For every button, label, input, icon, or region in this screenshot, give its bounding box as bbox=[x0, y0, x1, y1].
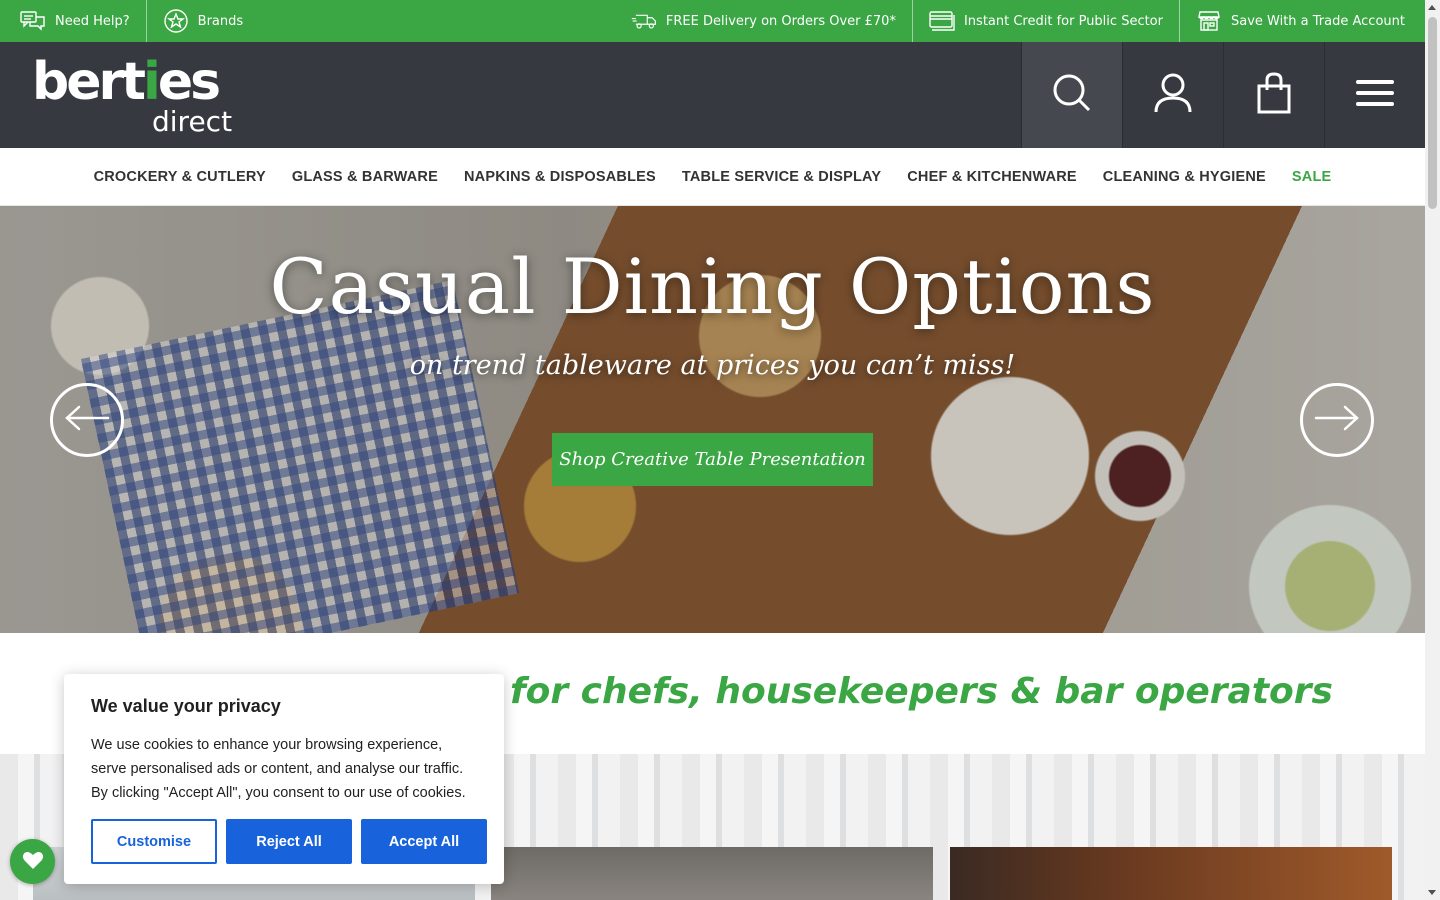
tagline: for chefs, housekeepers & bar operators bbox=[510, 671, 1333, 712]
instant-credit-link[interactable]: Instant Credit for Public Sector bbox=[911, 0, 1179, 42]
logo-wordmark: berties bbox=[32, 56, 260, 108]
star-icon bbox=[163, 9, 189, 33]
berties-direct-logo[interactable]: berties direct bbox=[0, 42, 260, 148]
instant-credit-label: Instant Credit for Public Sector bbox=[963, 13, 1163, 29]
hero-title: Casual Dining Options bbox=[269, 242, 1156, 331]
account-button[interactable] bbox=[1122, 42, 1223, 148]
nav-item-crockery-cutlery[interactable]: CROCKERY & CUTLERY bbox=[94, 169, 266, 185]
menu-button[interactable] bbox=[1324, 42, 1425, 148]
nav-item-glass-barware[interactable]: GLASS & BARWARE bbox=[292, 169, 438, 185]
category-card[interactable] bbox=[491, 847, 933, 900]
logo-text-start: bert bbox=[32, 52, 146, 112]
user-icon bbox=[1153, 72, 1193, 118]
reject-all-button[interactable]: Reject All bbox=[226, 819, 352, 864]
need-help-label: Need Help? bbox=[55, 13, 130, 29]
heart-icon bbox=[22, 850, 44, 874]
arrow-left-icon bbox=[64, 404, 110, 436]
site-header: berties direct bbox=[0, 42, 1425, 148]
basket-button[interactable] bbox=[1223, 42, 1324, 148]
search-button[interactable] bbox=[1021, 42, 1122, 148]
nav-item-table-service-display[interactable]: TABLE SERVICE & DISPLAY bbox=[682, 169, 881, 185]
trade-account-link[interactable]: Save With a Trade Account bbox=[1178, 0, 1425, 42]
nav-item-cleaning-hygiene[interactable]: CLEANING & HYGIENE bbox=[1103, 169, 1266, 185]
chat-icon bbox=[20, 10, 46, 32]
trade-account-label: Save With a Trade Account bbox=[1230, 13, 1405, 29]
carousel-next-button[interactable] bbox=[1300, 383, 1374, 457]
category-card[interactable] bbox=[950, 847, 1392, 900]
hero-banner: Casual Dining Options on trend tableware… bbox=[0, 206, 1425, 633]
customise-button[interactable]: Customise bbox=[91, 819, 217, 864]
hero-subtitle: on trend tableware at prices you can’t m… bbox=[409, 350, 1016, 381]
scrollbar-thumb[interactable] bbox=[1428, 17, 1437, 209]
scroll-down-arrow-icon[interactable] bbox=[1428, 890, 1436, 895]
favourites-button[interactable] bbox=[10, 839, 55, 884]
menu-icon bbox=[1356, 79, 1394, 111]
logo-text-i: i bbox=[143, 52, 161, 112]
cookie-consent-dialog: We value your privacy We use cookies to … bbox=[64, 674, 504, 884]
need-help-link[interactable]: Need Help? bbox=[0, 0, 146, 42]
accept-all-button[interactable]: Accept All bbox=[361, 819, 487, 864]
logo-text-end: es bbox=[157, 52, 221, 112]
logo-subtext: direct bbox=[152, 105, 233, 138]
hero-cta-button[interactable]: Shop Creative Table Presentation bbox=[552, 433, 873, 486]
nav-item-napkins-disposables[interactable]: NAPKINS & DISPOSABLES bbox=[464, 169, 656, 185]
credit-card-icon bbox=[929, 10, 955, 32]
page: Need Help? Brands FREE Delivery on Order… bbox=[0, 0, 1425, 900]
cookie-body: We use cookies to enhance your browsing … bbox=[91, 737, 466, 801]
nav-item-sale[interactable]: SALE bbox=[1292, 169, 1331, 185]
brands-label: Brands bbox=[197, 13, 244, 29]
top-bar: Need Help? Brands FREE Delivery on Order… bbox=[0, 0, 1425, 42]
truck-icon bbox=[631, 10, 657, 32]
nav-item-chef-kitchenware[interactable]: CHEF & KITCHENWARE bbox=[907, 169, 1077, 185]
page-scrollbar[interactable] bbox=[1425, 0, 1440, 900]
store-icon bbox=[1196, 10, 1222, 32]
category-nav: CROCKERY & CUTLERY GLASS & BARWARE NAPKI… bbox=[0, 148, 1425, 206]
free-delivery-link[interactable]: FREE Delivery on Orders Over £70* bbox=[615, 0, 912, 42]
search-icon bbox=[1052, 73, 1092, 117]
carousel-prev-button[interactable] bbox=[50, 383, 124, 457]
free-delivery-label: FREE Delivery on Orders Over £70* bbox=[665, 13, 896, 29]
arrow-right-icon bbox=[1314, 404, 1360, 436]
brands-link[interactable]: Brands bbox=[145, 0, 260, 42]
scroll-up-arrow-icon[interactable] bbox=[1428, 5, 1436, 10]
shopping-bag-icon bbox=[1256, 72, 1292, 118]
cookie-title: We value your privacy bbox=[91, 696, 281, 716]
